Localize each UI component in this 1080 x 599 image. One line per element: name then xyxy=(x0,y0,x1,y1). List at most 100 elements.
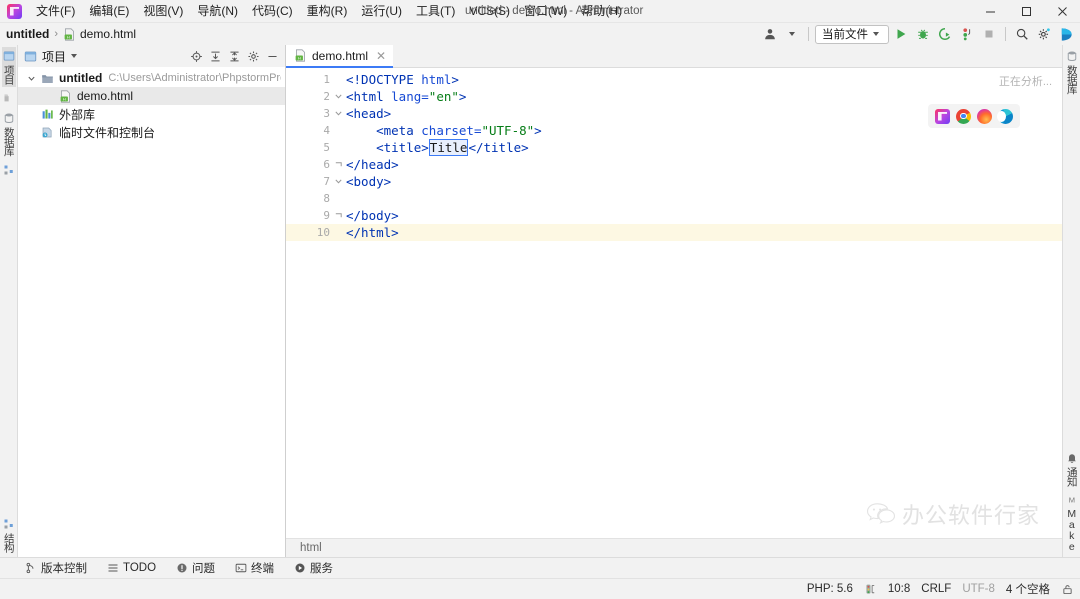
maximize-button[interactable] xyxy=(1008,0,1044,23)
settings-gear-icon[interactable] xyxy=(1034,24,1054,44)
gutter-line-1[interactable]: 1 xyxy=(286,71,334,88)
browser-edge-icon[interactable] xyxy=(997,108,1013,124)
gutter-line-8[interactable]: 8 xyxy=(286,190,334,207)
tree-node-external-libraries[interactable]: 外部库 xyxy=(18,105,285,123)
php-interpreter-icon[interactable] xyxy=(864,583,877,596)
stripe-right-database-label: 数据库 xyxy=(1065,65,1078,94)
stripe-structure-top[interactable] xyxy=(2,161,16,179)
code-token: > xyxy=(458,89,467,104)
editor-breadcrumbs[interactable]: html xyxy=(286,538,1062,557)
left-stripe-bottom: 结构 xyxy=(2,515,16,555)
code-line-9[interactable]: </body> xyxy=(334,207,1062,224)
run-configuration-selector[interactable]: 当前文件 xyxy=(815,24,889,44)
menu-edit[interactable]: 编辑(E) xyxy=(82,1,136,22)
browser-chrome-icon[interactable] xyxy=(956,108,971,124)
settings-gear-icon[interactable] xyxy=(244,47,262,65)
chevron-down-icon[interactable] xyxy=(71,54,78,58)
toolwin-problems[interactable]: 问题 xyxy=(173,559,218,577)
toolwin-terminal[interactable]: 终端 xyxy=(232,559,277,577)
toolwin-version-control[interactable]: 版本控制 xyxy=(22,559,90,577)
collapse-all-icon[interactable] xyxy=(225,47,243,65)
stripe-commit[interactable] xyxy=(2,89,16,107)
menu-file[interactable]: 文件(F) xyxy=(29,1,82,22)
breadcrumb-project[interactable]: untitled xyxy=(6,27,49,41)
code-line-8[interactable] xyxy=(334,190,1062,207)
user-avatar-icon[interactable] xyxy=(760,24,780,44)
indent-setting[interactable]: 4 个空格 xyxy=(1006,581,1050,597)
navigation-bar: untitled › H demo.html 当前文件 xyxy=(0,23,1080,45)
menu-run[interactable]: 运行(U) xyxy=(354,1,409,22)
browser-jetbrains-icon[interactable] xyxy=(935,108,950,124)
file-encoding[interactable]: UTF-8 xyxy=(962,583,995,595)
database-icon xyxy=(3,112,15,124)
stripe-notifications[interactable]: 通知 xyxy=(1065,449,1079,489)
menu-code[interactable]: 代码(C) xyxy=(245,1,300,22)
user-dropdown-icon[interactable] xyxy=(782,24,802,44)
code-token: <head> xyxy=(346,106,392,121)
toolwin-todo[interactable]: TODO xyxy=(104,561,159,575)
breadcrumb-file[interactable]: demo.html xyxy=(80,27,136,41)
code-line-7[interactable]: <body> xyxy=(334,173,1062,190)
status-bar-right: PHP: 5.6 10:8 CRLF UTF-8 4 个空格 xyxy=(807,581,1074,597)
profiler-icon[interactable] xyxy=(957,24,977,44)
gutter-line-7[interactable]: 7 xyxy=(286,173,342,190)
gutter-line-3[interactable]: 3 xyxy=(286,105,342,122)
gutter-line-10[interactable]: 10 xyxy=(286,224,342,241)
gutter-line-9[interactable]: 9 xyxy=(286,207,342,224)
line-separator[interactable]: CRLF xyxy=(921,583,951,595)
read-only-lock-icon[interactable] xyxy=(1061,583,1074,596)
hide-panel-icon[interactable] xyxy=(263,47,281,65)
chevron-down-icon[interactable] xyxy=(24,74,38,83)
gutter-line-6[interactable]: 6 xyxy=(286,156,342,173)
stop-icon[interactable] xyxy=(979,24,999,44)
gutter-line-2[interactable]: 2 xyxy=(286,88,342,105)
project-panel-title-group[interactable]: 项目 xyxy=(24,48,78,65)
run-icon[interactable] xyxy=(891,24,911,44)
search-everywhere-icon[interactable] xyxy=(1012,24,1032,44)
tree-node-demo-html[interactable]: Hdemo.html xyxy=(18,87,285,105)
code-line-1[interactable]: <!DOCTYPE html> xyxy=(334,71,1062,88)
window-controls xyxy=(972,0,1080,23)
close-icon[interactable]: ✕ xyxy=(376,49,386,63)
gutter-line-5[interactable]: 5 xyxy=(286,139,334,156)
stripe-project[interactable]: 项目 xyxy=(1,47,16,87)
code-line-10[interactable]: </html> xyxy=(334,224,1062,241)
tree-node-scratches[interactable]: 临时文件和控制台 xyxy=(18,123,285,141)
project-tree[interactable]: untitled C:\Users\Administrator\PhpstormP… xyxy=(18,67,285,557)
menu-view[interactable]: 视图(V) xyxy=(136,1,190,22)
html-file-icon: H xyxy=(294,49,307,62)
editor-tab-demo-html[interactable]: H demo.html ✕ xyxy=(286,45,394,68)
code-line-2[interactable]: <html lang="en"> xyxy=(334,88,1062,105)
stripe-database[interactable]: 数据库 xyxy=(2,109,16,159)
browser-firefox-icon[interactable] xyxy=(977,108,992,124)
code-token: "en" xyxy=(428,89,459,104)
gutter-line-4[interactable]: 4 xyxy=(286,122,334,139)
code-line-6[interactable]: </head> xyxy=(334,156,1062,173)
editor-gutter[interactable]: 1 2 3 4 5 6 7 8 9 10 xyxy=(286,68,342,538)
php-version-indicator[interactable]: PHP: 5.6 xyxy=(807,583,853,595)
problems-icon xyxy=(176,562,188,574)
stripe-structure[interactable]: 结构 xyxy=(2,515,16,555)
editor-tab-bar: H demo.html ✕ xyxy=(286,45,1062,68)
editor-code[interactable]: <!DOCTYPE html> <html lang="en"> <head> <m… xyxy=(334,68,1062,538)
stripe-make[interactable]: M Make xyxy=(1065,491,1078,555)
main-toolbar: 当前文件 xyxy=(760,23,1076,45)
debug-icon[interactable] xyxy=(913,24,933,44)
menu-tools[interactable]: 工具(T) xyxy=(409,1,462,22)
ide-assistant-icon[interactable] xyxy=(1056,24,1076,44)
menu-navigate[interactable]: 导航(N) xyxy=(190,1,245,22)
project-window-icon xyxy=(24,50,37,63)
close-button[interactable] xyxy=(1044,0,1080,23)
stripe-right-database[interactable]: 数据库 xyxy=(1065,47,1079,97)
minimize-button[interactable] xyxy=(972,0,1008,23)
caret-position[interactable]: 10:8 xyxy=(888,583,910,595)
tree-node-untitled[interactable]: untitled C:\Users\Administrator\PhpstormP… xyxy=(18,69,285,87)
line-number: 4 xyxy=(323,124,330,137)
run-coverage-icon[interactable] xyxy=(935,24,955,44)
expand-all-icon[interactable] xyxy=(206,47,224,65)
toolwin-services[interactable]: 服务 xyxy=(291,559,336,577)
locate-file-icon[interactable] xyxy=(187,47,205,65)
code-editor[interactable]: 1 2 3 4 5 6 7 8 9 10 <!DOCTYPE html> <html lang="e… xyxy=(286,68,1062,538)
menu-refactor[interactable]: 重构(R) xyxy=(300,1,355,22)
code-line-5[interactable]: <title>Title</title> xyxy=(334,139,1062,156)
